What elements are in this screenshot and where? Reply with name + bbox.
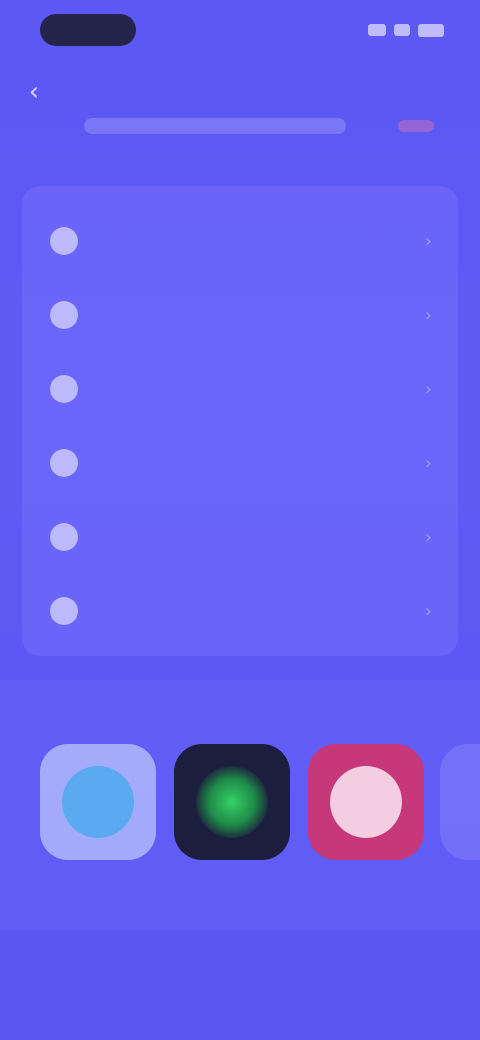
chevron-right-icon: › bbox=[424, 526, 432, 548]
chevron-right-icon: › bbox=[424, 452, 432, 474]
app-tile-2[interactable] bbox=[174, 744, 290, 914]
header: ‹ bbox=[0, 66, 480, 116]
green-star-app-icon bbox=[196, 766, 268, 838]
menu-item-2[interactable]: › bbox=[22, 278, 458, 352]
menu-item-6[interactable]: › bbox=[22, 574, 458, 648]
pink-circle-app-icon bbox=[330, 766, 402, 838]
circle-icon bbox=[50, 375, 78, 403]
app-icon-tile bbox=[40, 744, 156, 860]
status-icons bbox=[368, 20, 444, 40]
circle-icon bbox=[50, 449, 78, 477]
app-icon-tile bbox=[308, 744, 424, 860]
menu-item-4[interactable]: › bbox=[22, 426, 458, 500]
battery-icon bbox=[418, 23, 444, 37]
back-button[interactable]: ‹ bbox=[14, 72, 54, 112]
circle-icon bbox=[50, 301, 78, 329]
chevron-right-icon: › bbox=[424, 600, 432, 622]
circle-icon bbox=[50, 227, 78, 255]
chevron-right-icon: › bbox=[424, 378, 432, 400]
menu-item-1[interactable]: › bbox=[22, 204, 458, 278]
blue-circle-app-icon bbox=[62, 766, 134, 838]
wifi-icon bbox=[394, 24, 410, 36]
chevron-left-icon: ‹ bbox=[28, 77, 40, 107]
app-tile-3[interactable] bbox=[308, 744, 424, 914]
status-bar bbox=[0, 0, 480, 60]
circle-icon bbox=[50, 597, 78, 625]
circle-icon bbox=[50, 523, 78, 551]
chevron-right-icon: › bbox=[424, 230, 432, 252]
app-icon-tile bbox=[174, 744, 290, 860]
app-tile-1[interactable] bbox=[40, 744, 156, 914]
header-badge bbox=[398, 120, 434, 132]
phone-screen: ‹ › › › › › › bbox=[0, 0, 480, 1040]
status-time-pill bbox=[40, 14, 136, 46]
apps-section bbox=[0, 680, 480, 930]
signal-icon bbox=[368, 24, 386, 36]
app-tile-partial[interactable] bbox=[440, 744, 480, 860]
menu-item-3[interactable]: › bbox=[22, 352, 458, 426]
chevron-right-icon: › bbox=[424, 304, 432, 326]
search-bar[interactable] bbox=[84, 118, 346, 134]
menu-card: › › › › › › bbox=[22, 186, 458, 656]
menu-item-5[interactable]: › bbox=[22, 500, 458, 574]
